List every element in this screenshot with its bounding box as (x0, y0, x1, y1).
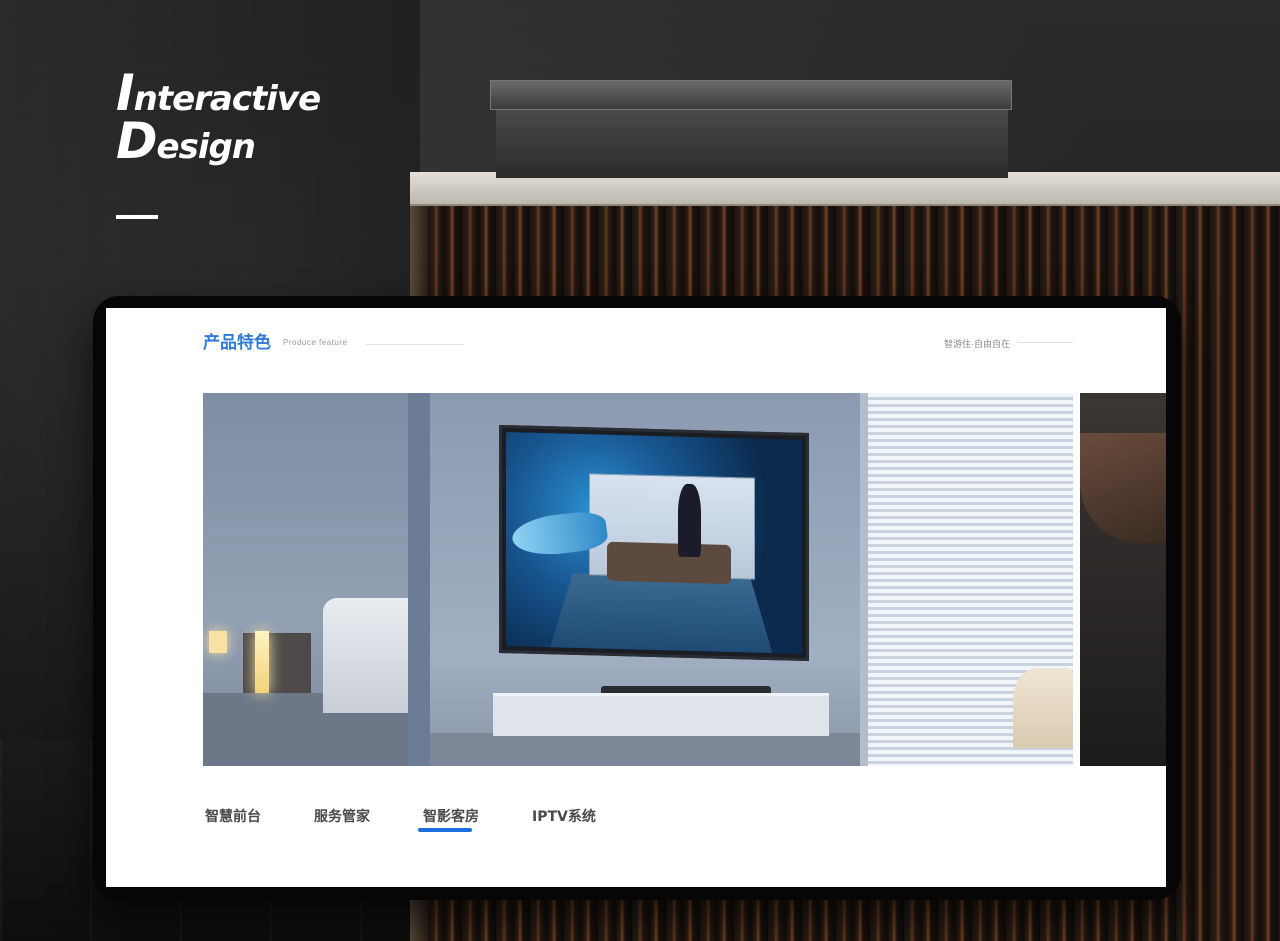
next-slide-arm (1080, 433, 1166, 543)
heading-line-2-cap: D (116, 112, 158, 170)
heading-line-2-text: esign (156, 127, 256, 167)
page-heading: Interactive Design (116, 68, 322, 168)
tv-console (493, 693, 829, 736)
wall-tv (499, 424, 809, 662)
tablet-screen: 产品特色 Produce feature 智游住·自由自在 智慧前台 服务管家 … (106, 308, 1166, 887)
tv-art-figure (677, 483, 702, 558)
decor-box-body (496, 110, 1008, 178)
banner-image[interactable] (203, 393, 1073, 766)
slogan-rule (1017, 342, 1073, 343)
sofa-cushion (1013, 668, 1073, 748)
decor-box-lid (490, 80, 1012, 110)
heading-divider (116, 215, 158, 219)
section-title: 产品特色 (203, 333, 271, 352)
tv-art-sofa (606, 541, 731, 584)
next-slide-preview[interactable] (1080, 393, 1166, 766)
tab-smart-guest-room[interactable]: 智影客房 (418, 806, 479, 832)
bedroom-area (203, 393, 413, 766)
tab-service-butler[interactable]: 服务管家 (314, 806, 370, 826)
nightstand (243, 633, 311, 693)
tab-iptv-system[interactable]: IPTV系统 (532, 806, 596, 826)
tv-screen-art (506, 432, 802, 654)
tab-smart-front-desk[interactable]: 智慧前台 (205, 806, 261, 826)
window-frame (860, 393, 868, 766)
wall-pillar (408, 393, 430, 766)
decor-box (490, 80, 1012, 178)
bed (323, 598, 413, 713)
section-title-rule (366, 344, 464, 345)
tv-art-floor (550, 572, 772, 653)
floor-lamp (255, 631, 269, 693)
slogan: 智游住·自由自在 (944, 339, 1010, 349)
section-subtitle: Produce feature (283, 338, 348, 347)
heading-line-2: Design (116, 116, 320, 168)
wall-lamp (209, 631, 227, 653)
feature-tabs: 智慧前台 服务管家 智影客房 IPTV系统 (205, 806, 596, 832)
heading-line-1-text: nteractive (133, 79, 322, 119)
